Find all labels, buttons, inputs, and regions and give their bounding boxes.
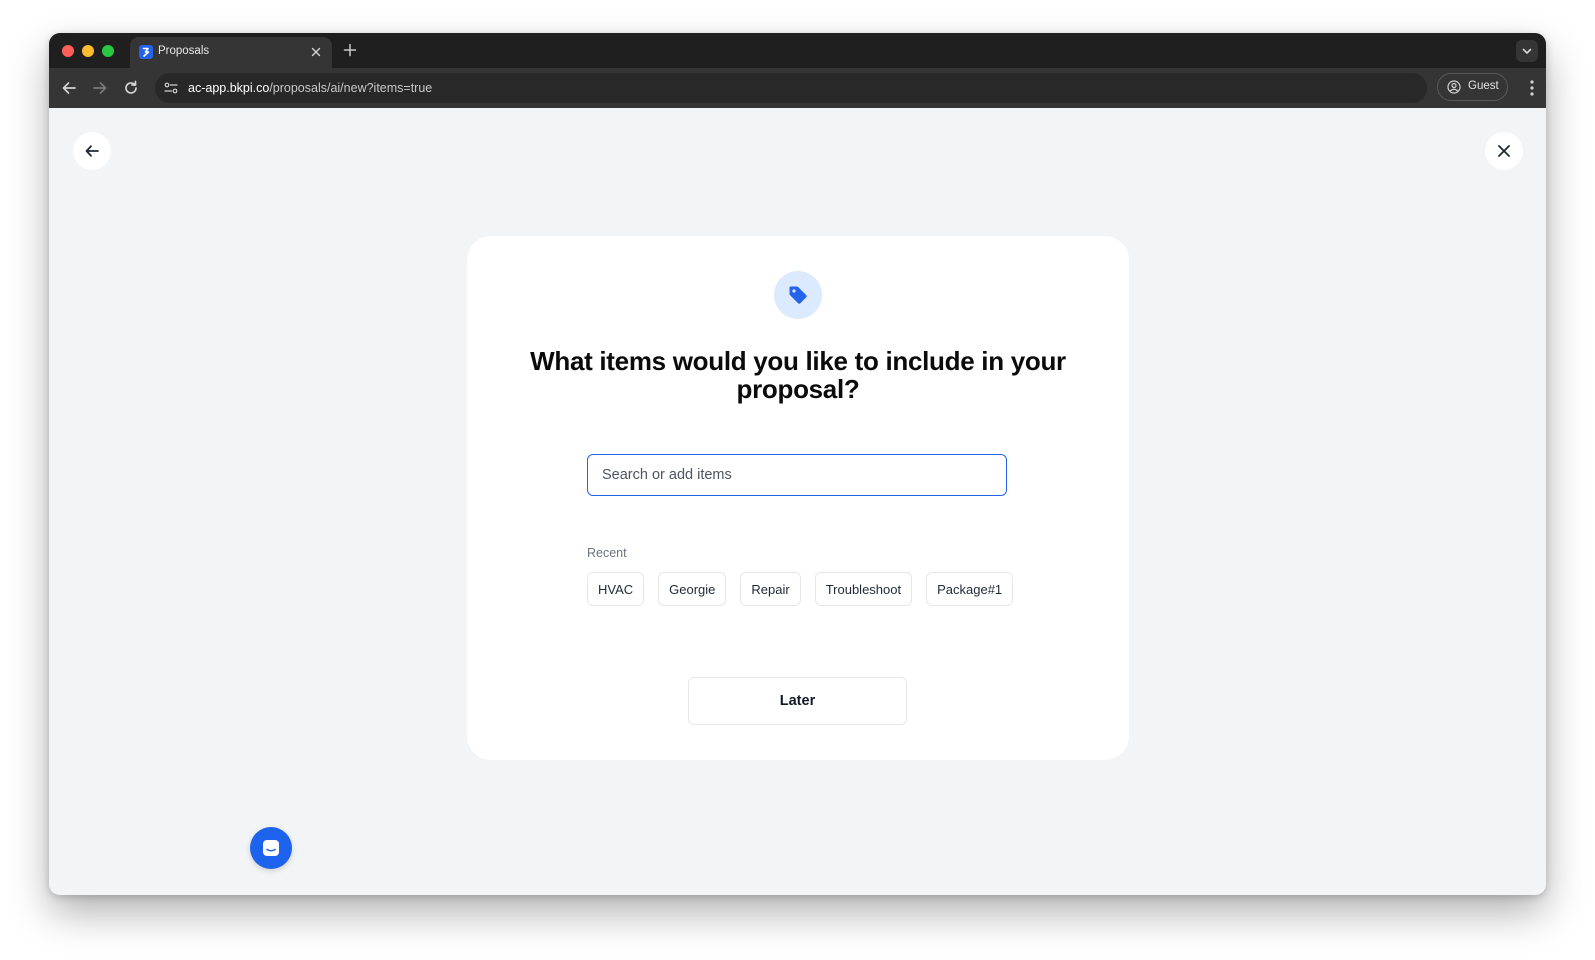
url-host: ac-app.bkpi.co (188, 81, 270, 95)
url-path: /proposals/ai/new?items=true (269, 81, 433, 95)
close-icon (1495, 142, 1513, 160)
window-close-button[interactable] (62, 45, 74, 57)
tab-title: Proposals (158, 45, 210, 57)
window-zoom-button[interactable] (102, 45, 114, 57)
tab-search-chevron-icon[interactable] (1516, 40, 1538, 62)
browser-toolbar: ac-app.bkpi.co/proposals/ai/new?items=tr… (49, 68, 1546, 108)
page-content: What items would you like to include in … (49, 108, 1546, 895)
window-minimize-button[interactable] (82, 45, 94, 57)
back-nav-icon[interactable] (57, 76, 81, 100)
url-text: ac-app.bkpi.co/proposals/ai/new?items=tr… (188, 81, 432, 95)
new-tab-icon[interactable] (342, 42, 358, 58)
address-bar[interactable]: ac-app.bkpi.co/proposals/ai/new?items=tr… (155, 73, 1427, 103)
profile-label: Guest (1468, 80, 1499, 92)
back-button[interactable] (73, 132, 111, 170)
items-dialog: What items would you like to include in … (467, 236, 1129, 760)
tab-strip: Proposals (49, 33, 1546, 68)
recent-item-chip[interactable]: HVAC (587, 572, 645, 606)
chat-launcher-button[interactable] (250, 827, 292, 869)
later-button[interactable]: Later (688, 677, 907, 725)
tab-close-icon[interactable] (308, 44, 324, 60)
tag-icon (786, 283, 810, 307)
chat-launcher-icon (260, 837, 282, 859)
arrow-left-icon (83, 142, 101, 160)
site-info-icon[interactable] (163, 80, 179, 96)
recent-label: Recent (587, 546, 627, 560)
tag-badge (774, 271, 822, 319)
recent-item-chip[interactable]: Troubleshoot (814, 572, 913, 606)
dialog-question: What items would you like to include in … (530, 346, 1066, 404)
forward-nav-icon[interactable] (88, 76, 112, 100)
browser-menu-icon[interactable] (1529, 78, 1535, 98)
recent-item-chip[interactable]: Repair (740, 572, 801, 606)
search-items-input[interactable] (587, 454, 1007, 496)
recent-items-list: HVAC Georgie Repair Troubleshoot Package… (587, 572, 1014, 606)
close-button[interactable] (1485, 132, 1523, 170)
profile-button[interactable]: Guest (1437, 73, 1508, 101)
browser-window: Proposals ac-app.bkpi.co/proposals/ai/ne… (49, 33, 1546, 895)
proposals-favicon-icon (139, 45, 153, 59)
tab-proposals[interactable]: Proposals (130, 37, 332, 68)
recent-item-chip[interactable]: Package#1 (926, 572, 1014, 606)
reload-icon[interactable] (119, 76, 143, 100)
recent-item-chip[interactable]: Georgie (658, 572, 727, 606)
guest-profile-icon (1447, 80, 1461, 94)
